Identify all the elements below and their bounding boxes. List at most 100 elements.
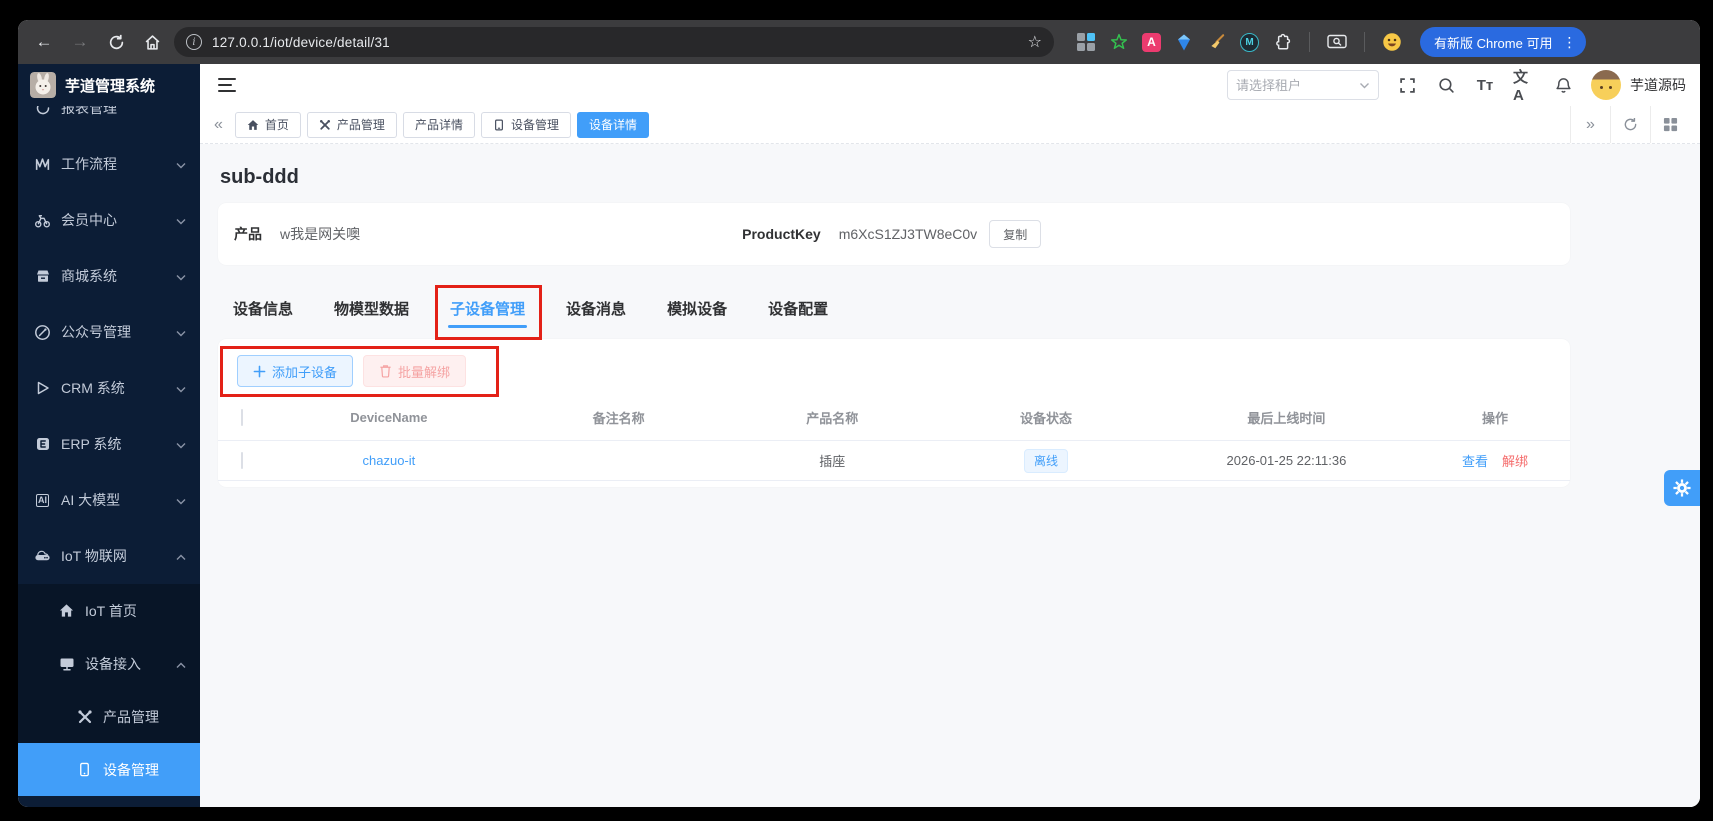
sidebar-item-erp[interactable]: ERP 系统 — [18, 416, 200, 472]
tabs-bar: « 首页 产品管理 产品详情 设备管理 设备详情 » — [200, 106, 1700, 144]
sidebar-item-label: 工作流程 — [61, 156, 117, 172]
toolbar-divider — [1364, 32, 1365, 52]
tag-label: 首页 — [264, 118, 289, 132]
mall-icon — [34, 268, 51, 285]
sidebar-item-workflow[interactable]: 工作流程 — [18, 136, 200, 192]
sidebar-item-member[interactable]: 会员中心 — [18, 192, 200, 248]
browser-menu-icon[interactable]: ⋮ — [1558, 34, 1580, 51]
col-last-online: 最后上线时间 — [1247, 411, 1326, 426]
navbar-right: Tт 文A 芋道源码 — [1227, 69, 1686, 104]
screen-search-icon[interactable] — [1327, 32, 1347, 52]
sidebar-item-label: 会员中心 — [61, 212, 117, 228]
sidebar-item-device-management[interactable]: 设备管理 — [18, 743, 200, 796]
tag-device-management[interactable]: 设备管理 — [480, 111, 571, 138]
row-checkbox[interactable] — [241, 452, 243, 469]
tenant-select[interactable] — [1227, 70, 1379, 100]
sidebar-item-official-account[interactable]: 公众号管理 — [18, 304, 200, 360]
sidebar-item-device-access[interactable]: 设备接入 — [18, 637, 200, 690]
sidebar-item-label: CRM 系统 — [61, 380, 125, 396]
crm-icon — [34, 380, 51, 397]
home-icon[interactable] — [138, 28, 166, 56]
collapse-menu-icon[interactable] — [212, 70, 242, 100]
tag-label: 产品管理 — [336, 118, 385, 132]
back-icon[interactable]: ← — [30, 28, 58, 56]
extensions-puzzle-icon[interactable] — [1272, 32, 1292, 52]
tag-product-management[interactable]: 产品管理 — [306, 111, 397, 138]
m-extension-icon[interactable]: M — [1240, 32, 1259, 52]
broom-extension-icon[interactable] — [1207, 32, 1227, 52]
trash-icon — [380, 365, 391, 378]
chevron-down-icon — [176, 380, 186, 396]
scroll-left-icon[interactable]: « — [208, 116, 229, 134]
productkey-label: ProductKey — [742, 226, 821, 242]
unbind-action[interactable]: 解绑 — [1502, 451, 1528, 470]
app-root: 芋道管理系统 报表管理 工作流程 会员中心 商城系统 公众号管理 CRM 系统 … — [18, 64, 1700, 807]
main-area: Tт 文A 芋道源码 « 首页 产品管理 — [200, 64, 1700, 807]
user-avatar[interactable] — [1591, 70, 1621, 100]
chrome-update-label: 有新版 Chrome 可用 — [1434, 35, 1553, 51]
tab-device-config[interactable]: 设备配置 — [768, 298, 828, 319]
sidebar-item-product-management[interactable]: 产品管理 — [18, 690, 200, 743]
sidebar-item-label: 产品管理 — [103, 708, 159, 725]
browser-toolbar: ← → i 127.0.0.1/iot/device/detail/31 ☆ A — [18, 20, 1700, 64]
reload-icon[interactable] — [102, 28, 130, 56]
bookmark-star-icon[interactable]: ☆ — [1028, 32, 1042, 52]
productkey-group: ProductKey m6XcS1ZJ3TW8eC0v 复制 — [742, 220, 1042, 248]
official-account-icon — [34, 324, 51, 341]
search-icon[interactable] — [1435, 74, 1457, 96]
device-name-link[interactable]: chazuo-it — [266, 453, 512, 468]
iot-icon — [34, 548, 51, 565]
copy-button[interactable]: 复制 — [989, 220, 1042, 248]
add-sub-device-button[interactable]: 添加子设备 — [237, 355, 354, 387]
view-action[interactable]: 查看 — [1462, 451, 1488, 470]
refresh-icon[interactable] — [1610, 106, 1650, 143]
tools-icon — [76, 708, 93, 725]
sidebar-item-crm[interactable]: CRM 系统 — [18, 360, 200, 416]
app-logo — [30, 72, 56, 98]
gem-extension-icon[interactable] — [1174, 32, 1194, 52]
app-title: 芋道管理系统 — [65, 77, 156, 95]
tag-device-detail[interactable]: 设备详情 — [576, 111, 649, 138]
tag-product-detail[interactable]: 产品详情 — [402, 111, 475, 138]
logo-row[interactable]: 芋道管理系统 — [18, 64, 200, 106]
tab-simulate-device[interactable]: 模拟设备 — [667, 298, 727, 319]
sidebar-item-mall[interactable]: 商城系统 — [18, 248, 200, 304]
language-icon[interactable]: 文A — [1513, 69, 1535, 104]
profile-emoji-icon[interactable] — [1382, 32, 1402, 52]
translate-extension-icon[interactable]: A — [1142, 32, 1161, 52]
sidebar-item-iot[interactable]: IoT 物联网 — [18, 528, 200, 584]
tag-home[interactable]: 首页 — [234, 111, 301, 138]
product-label: 产品 — [234, 226, 262, 242]
sidebar-item-ai[interactable]: AI AI 大模型 — [18, 472, 200, 528]
address-bar[interactable]: i 127.0.0.1/iot/device/detail/31 ☆ — [174, 27, 1054, 57]
username[interactable]: 芋道源码 — [1630, 75, 1686, 95]
sidebar-item-label: IoT 物联网 — [61, 548, 127, 564]
notification-bell-icon[interactable] — [1552, 74, 1574, 96]
chevron-down-icon — [1360, 82, 1369, 88]
batch-unbind-button[interactable]: 批量解绑 — [363, 355, 467, 387]
tab-device-info[interactable]: 设备信息 — [233, 298, 293, 319]
forward-icon[interactable]: → — [66, 28, 94, 56]
layout-grid-icon[interactable] — [1650, 106, 1690, 143]
tab-model-data[interactable]: 物模型数据 — [334, 298, 409, 319]
tag-label: 设备管理 — [510, 118, 559, 132]
tenant-select-input[interactable] — [1236, 77, 1353, 93]
tab-sub-device[interactable]: 子设备管理 — [435, 284, 543, 340]
device-icon — [76, 761, 93, 778]
select-all-checkbox[interactable] — [241, 409, 243, 426]
chevron-up-icon — [176, 656, 186, 672]
chrome-update-button[interactable]: 有新版 Chrome 可用 ⋮ — [1420, 27, 1587, 57]
sidebar-item-iot-home[interactable]: IoT 首页 — [18, 584, 200, 637]
table-header-row: DeviceName 备注名称 产品名称 设备状态 最后上线时间 操作 — [218, 395, 1570, 441]
font-size-icon[interactable]: Tт — [1474, 74, 1496, 96]
theme-settings-button[interactable] — [1664, 470, 1700, 506]
site-info-icon[interactable]: i — [186, 34, 202, 50]
table-toolbar: 添加子设备 批量解绑 — [220, 346, 500, 397]
tab-device-message[interactable]: 设备消息 — [566, 298, 626, 319]
product-name-cell: 插座 — [819, 454, 846, 469]
grid-extension-icon[interactable] — [1076, 32, 1096, 52]
scroll-right-icon[interactable]: » — [1570, 106, 1610, 143]
star-extension-icon[interactable] — [1109, 32, 1129, 52]
fullscreen-icon[interactable] — [1396, 74, 1418, 96]
chevron-down-icon — [176, 212, 186, 228]
